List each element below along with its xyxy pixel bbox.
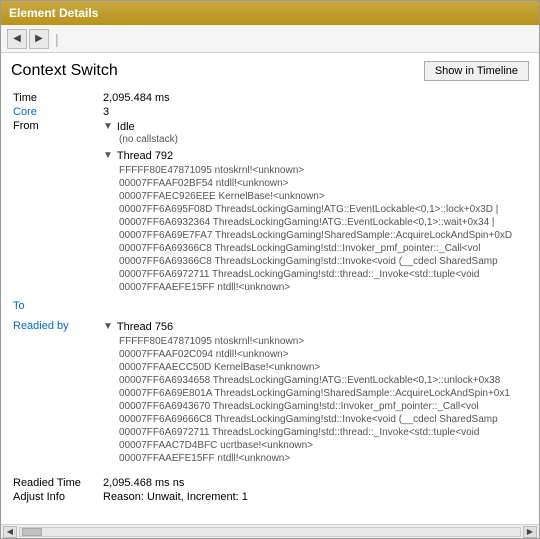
thread792-stack: FFFFF80E47871095 ntoskrnl!<unknown> 0000… bbox=[119, 164, 527, 294]
detail-table: Time 2,095.484 ms Core 3 From bbox=[11, 91, 529, 504]
readied-time-label: Readied Time bbox=[11, 476, 101, 490]
stack-entry-6: 00007FF6A69E7FA7 ThreadsLockingGaming!Sh… bbox=[119, 229, 527, 242]
from-label: From bbox=[11, 119, 101, 299]
to-thread-header: ▼ Thread 792 bbox=[103, 149, 527, 163]
title-bar: Element Details bbox=[1, 1, 539, 25]
from-value: ▼ Idle (no callstack) ▼ Thread 792 bbox=[101, 119, 529, 299]
rb-stack-entry-7: 00007FF6A69666C8 ThreadsLockingGaming!st… bbox=[119, 413, 527, 426]
horizontal-scrollbar: ◀ ▶ bbox=[1, 524, 539, 538]
core-link[interactable]: Core bbox=[13, 106, 37, 118]
time-label: Time bbox=[11, 91, 101, 105]
core-row: Core 3 bbox=[11, 105, 529, 119]
adjust-info-label: Adjust Info bbox=[11, 490, 101, 504]
back-button[interactable]: ◀ bbox=[7, 29, 27, 49]
page-header: Context Switch Show in Timeline bbox=[11, 61, 529, 81]
rb-stack-entry-8: 00007FF6A6972711 ThreadsLockingGaming!st… bbox=[119, 426, 527, 439]
rb-stack-entry-4: 00007FF6A6934658 ThreadsLockingGaming!AT… bbox=[119, 374, 527, 387]
stack-entry-8: 00007FF6A69366C8 ThreadsLockingGaming!st… bbox=[119, 255, 527, 268]
thread756-toggle[interactable]: ▼ bbox=[103, 320, 113, 334]
readied-by-thread-header: ▼ Thread 756 bbox=[103, 320, 527, 334]
main-window: Element Details ◀ ▶ | Context Switch Sho… bbox=[0, 0, 540, 539]
stack-entry-4: 00007FF6A695F08D ThreadsLockingGaming!AT… bbox=[119, 203, 527, 216]
page-title-text: Context Switch bbox=[11, 62, 118, 80]
back-icon: ◀ bbox=[13, 33, 21, 44]
show-timeline-button[interactable]: Show in Timeline bbox=[424, 61, 529, 81]
readied-by-value: ▼ Thread 756 FFFFF80E47871095 ntoskrnl!<… bbox=[101, 319, 529, 470]
scroll-track[interactable] bbox=[19, 527, 521, 537]
thread792-toggle[interactable]: ▼ bbox=[103, 149, 113, 163]
to-label-cell: To bbox=[11, 299, 101, 313]
stack-entry-1: FFFFF80E47871095 ntoskrnl!<unknown> bbox=[119, 164, 527, 177]
from-idle-section: ▼ Idle (no callstack) bbox=[103, 120, 527, 145]
readied-by-thread-section: ▼ Thread 756 FFFFF80E47871095 ntoskrnl!<… bbox=[103, 320, 527, 465]
rb-stack-entry-1: FFFFF80E47871095 ntoskrnl!<unknown> bbox=[119, 335, 527, 348]
readied-by-label-cell: Readied by bbox=[11, 319, 101, 470]
rb-stack-entry-5: 00007FF6A69E801A ThreadsLockingGaming!Sh… bbox=[119, 387, 527, 400]
to-thread-section: ▼ Thread 792 FFFFF80E47871095 ntoskrnl!<… bbox=[103, 149, 527, 294]
core-label: Core bbox=[11, 105, 101, 119]
rb-stack-entry-3: 00007FFAAECC50D KernelBase!<unknown> bbox=[119, 361, 527, 374]
thread756-stack: FFFFF80E47871095 ntoskrnl!<unknown> 0000… bbox=[119, 335, 527, 465]
forward-button[interactable]: ▶ bbox=[29, 29, 49, 49]
adjust-info-row: Adjust Info Reason: Unwait, Increment: 1 bbox=[11, 490, 529, 504]
from-idle-header: ▼ Idle bbox=[103, 120, 527, 134]
scroll-thumb[interactable] bbox=[22, 528, 42, 536]
rb-stack-entry-9: 00007FFAAC7D4BFC ucrtbase!<unknown> bbox=[119, 439, 527, 452]
scroll-right-button[interactable]: ▶ bbox=[523, 526, 537, 538]
readied-by-row: Readied by ▼ Thread 756 FFFFF80E47871095… bbox=[11, 319, 529, 470]
stack-entry-5: 00007FF6A6932364 ThreadsLockingGaming!AT… bbox=[119, 216, 527, 229]
readied-time-row: Readied Time 2,095.468 ms ns bbox=[11, 476, 529, 490]
window-title: Element Details bbox=[9, 6, 98, 20]
core-value: 3 bbox=[101, 105, 529, 119]
thread756-name: Thread 756 bbox=[117, 321, 173, 333]
rb-stack-entry-10: 00007FFAAEFE15FF ntdll!<unknown> bbox=[119, 452, 527, 465]
from-row: From ▼ Idle (no callstack) ▼ bbox=[11, 119, 529, 299]
stack-entry-10: 00007FFAAEFE15FF ntdll!<unknown> bbox=[119, 281, 527, 294]
stack-entry-2: 00007FFAAF02BF54 ntdll!<unknown> bbox=[119, 177, 527, 190]
idle-callstack: (no callstack) bbox=[119, 134, 527, 145]
thread792-name: Thread 792 bbox=[117, 150, 173, 162]
toolbar-separator: | bbox=[55, 31, 59, 47]
readied-time-value: 2,095.468 ms ns bbox=[101, 476, 529, 490]
scroll-left-button[interactable]: ◀ bbox=[3, 526, 17, 538]
readied-by-link[interactable]: Readied by bbox=[13, 320, 69, 332]
adjust-info-value: Reason: Unwait, Increment: 1 bbox=[101, 490, 529, 504]
content-area: Context Switch Show in Timeline Time 2,0… bbox=[1, 53, 539, 538]
rb-stack-entry-2: 00007FFAAF02C094 ntdll!<unknown> bbox=[119, 348, 527, 361]
to-link[interactable]: To bbox=[13, 300, 25, 312]
toolbar: ◀ ▶ | bbox=[1, 25, 539, 53]
forward-icon: ▶ bbox=[35, 33, 43, 44]
stack-entry-7: 00007FF6A69366C8 ThreadsLockingGaming!st… bbox=[119, 242, 527, 255]
time-row: Time 2,095.484 ms bbox=[11, 91, 529, 105]
stack-entry-9: 00007FF6A6972711 ThreadsLockingGaming!st… bbox=[119, 268, 527, 281]
stack-entry-3: 00007FFAEC926EEE KernelBase!<unknown> bbox=[119, 190, 527, 203]
main-scroll-area: Context Switch Show in Timeline Time 2,0… bbox=[1, 53, 539, 524]
idle-label: Idle bbox=[117, 121, 135, 133]
idle-toggle[interactable]: ▼ bbox=[103, 120, 113, 134]
time-value: 2,095.484 ms bbox=[101, 91, 529, 105]
rb-stack-entry-6: 00007FF6A6943670 ThreadsLockingGaming!st… bbox=[119, 400, 527, 413]
to-label-row: To bbox=[11, 299, 529, 313]
